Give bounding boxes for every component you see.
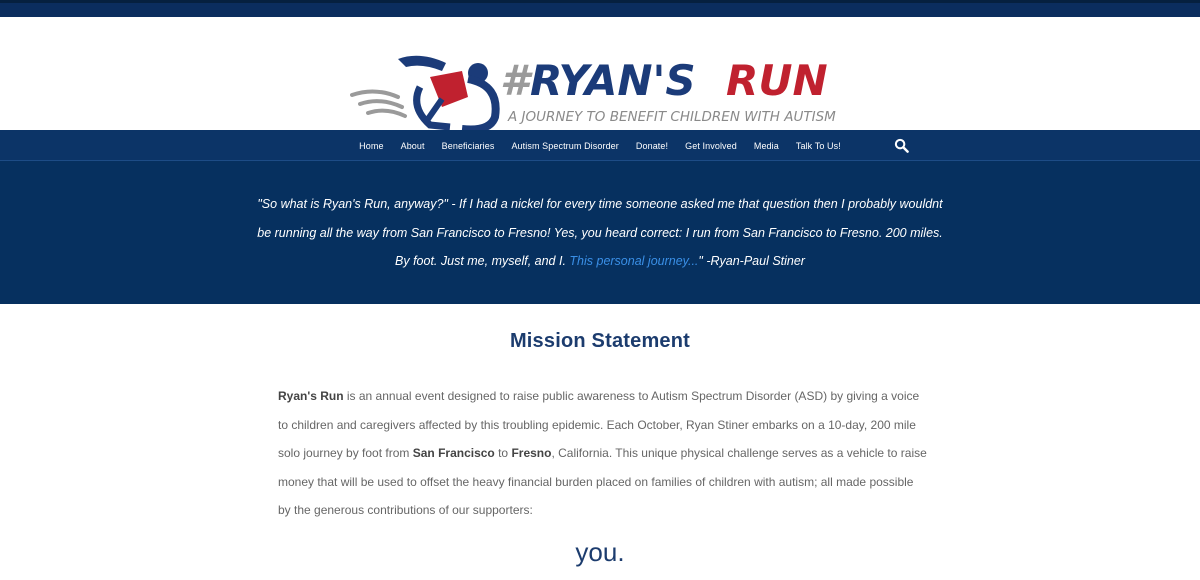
nav-item-talk-to-us[interactable]: Talk To Us! xyxy=(787,141,849,151)
logo-tagline: A JOURNEY TO BENEFIT CHILDREN WITH AUTIS… xyxy=(507,109,836,125)
runner-icon xyxy=(398,55,500,133)
nav-item-donate[interactable]: Donate! xyxy=(627,141,676,151)
speed-lines-icon xyxy=(350,89,407,118)
you-heading: you. xyxy=(575,537,625,567)
ryans-run-logo[interactable]: # RYAN'S RUN A JOURNEY TO BENEFIT CHILDR… xyxy=(350,37,850,133)
mission-body: Ryan's Run is an annual event designed t… xyxy=(278,382,928,525)
nav-item-get-involved[interactable]: Get Involved xyxy=(677,141,746,151)
top-bar xyxy=(0,0,1200,17)
main-nav: Home About Beneficiaries Autism Spectrum… xyxy=(0,130,1200,161)
nav-item-home[interactable]: Home xyxy=(351,141,392,151)
hero-quote-attribution: " -Ryan-Paul Stiner xyxy=(698,254,805,268)
hero-banner: "So what is Ryan's Run, anyway?" - If I … xyxy=(0,161,1200,304)
mission-bold-ryans-run: Ryan's Run xyxy=(278,389,344,403)
mission-title: Mission Statement xyxy=(509,330,691,352)
nav-item-autism-spectrum-disorder[interactable]: Autism Spectrum Disorder xyxy=(503,141,627,151)
search-icon[interactable] xyxy=(894,138,909,153)
nav-item-about[interactable]: About xyxy=(392,141,433,151)
nav-items: Home About Beneficiaries Autism Spectrum… xyxy=(0,130,1200,161)
nav-item-beneficiaries[interactable]: Beneficiaries xyxy=(433,141,503,151)
hero-quote: "So what is Ryan's Run, anyway?" - If I … xyxy=(250,190,950,276)
logo-name-part2: RUN xyxy=(726,56,828,105)
mission-text-2: to xyxy=(494,446,512,460)
site-header: # RYAN'S RUN A JOURNEY TO BENEFIT CHILDR… xyxy=(0,17,1200,133)
mission-bold-fresno: Fresno xyxy=(511,446,552,460)
logo-name-part1: RYAN'S xyxy=(530,56,696,105)
mission-bold-san-francisco: San Francisco xyxy=(412,446,495,460)
main-content: Mission Statement Ryan's Run is an annua… xyxy=(0,304,1200,580)
personal-journey-link[interactable]: This personal journey... xyxy=(569,254,698,268)
logo-hashtag: # xyxy=(500,56,533,105)
nav-item-media[interactable]: Media xyxy=(745,141,787,151)
